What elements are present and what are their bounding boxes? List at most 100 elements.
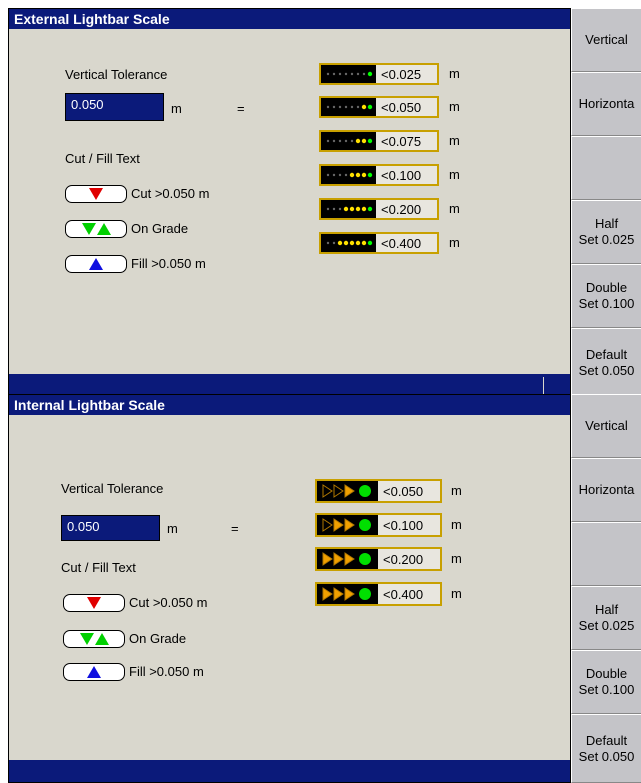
half-button-label: Half <box>594 602 619 617</box>
scale-box: <0.050 <box>315 479 442 503</box>
default-button-label: Default <box>585 346 628 362</box>
scale-value: <0.100 <box>376 166 437 184</box>
fill-indicator <box>65 255 127 273</box>
default-button[interactable]: Default Set 0.050 <box>571 328 641 397</box>
vertical-button-label: Vertical <box>585 32 628 47</box>
cut-text: Cut >0.050 m <box>129 595 208 610</box>
scale-unit: m <box>449 235 460 250</box>
vertical-tolerance-label: Vertical Tolerance <box>65 67 168 82</box>
double-button-value: Set 0.100 <box>578 682 635 697</box>
tolerance-input[interactable] <box>71 97 131 112</box>
led-strip-icon <box>321 132 376 150</box>
default-button[interactable]: Default Set 0.050 <box>571 714 641 783</box>
led-strip-icon <box>321 166 376 184</box>
grade-down-arrow-icon <box>79 633 94 645</box>
scale-value: <0.050 <box>378 481 440 501</box>
scale-box: <0.400 <box>319 232 439 254</box>
external-lightbar-window: External Lightbar Scale Vertical Toleran… <box>8 8 571 397</box>
on-grade-text: On Grade <box>129 631 187 646</box>
tolerance-field[interactable] <box>61 515 160 541</box>
horizontal-button[interactable]: Horizonta <box>571 72 641 136</box>
half-button-label: Half <box>594 216 619 231</box>
grade-up-arrow-icon <box>94 633 109 645</box>
double-button[interactable]: Double Set 0.100 <box>571 264 641 328</box>
led-dots-icon <box>326 240 373 246</box>
led-dots-icon <box>326 138 373 144</box>
chevron-arrows-icon <box>322 518 371 532</box>
chevron-strip-icon <box>317 481 378 501</box>
scale-unit: m <box>451 517 462 532</box>
fill-text: Fill >0.050 m <box>131 256 206 271</box>
chevron-arrows-icon <box>322 587 371 601</box>
tolerance-unit: m <box>167 521 178 536</box>
chevron-strip-icon <box>317 549 378 569</box>
fill-up-arrow-icon <box>89 258 103 270</box>
half-button-value: Set 0.025 <box>578 618 635 633</box>
horizontal-button[interactable]: Horizonta <box>571 458 641 522</box>
internal-lightbar-panel: Internal Lightbar Scale Vertical Toleran… <box>0 394 641 783</box>
scale-value: <0.200 <box>376 200 437 218</box>
cut-fill-text-label: Cut / Fill Text <box>65 151 140 166</box>
tolerance-unit: m <box>171 101 182 116</box>
window-title: External Lightbar Scale <box>9 9 570 29</box>
chevron-strip-icon <box>317 584 378 604</box>
internal-lightbar-window: Internal Lightbar Scale Vertical Toleran… <box>8 394 571 783</box>
led-dots-icon <box>326 71 373 77</box>
scale-box: <0.075 <box>319 130 439 152</box>
scale-box: <0.100 <box>319 164 439 186</box>
scale-box: <0.100 <box>315 513 442 537</box>
scale-unit: m <box>451 586 462 601</box>
fill-text: Fill >0.050 m <box>129 664 204 679</box>
default-button-value: Set 0.050 <box>578 748 635 764</box>
scale-value: <0.100 <box>378 515 440 535</box>
external-lightbar-panel: External Lightbar Scale Vertical Toleran… <box>0 8 641 397</box>
blank-button[interactable] <box>571 522 641 586</box>
scale-unit: m <box>449 167 460 182</box>
vertical-button[interactable]: Vertical <box>571 8 641 72</box>
led-strip-icon <box>321 65 376 83</box>
on-grade-indicator <box>63 630 125 648</box>
double-button-value: Set 0.100 <box>578 296 635 311</box>
cut-down-arrow-icon <box>87 597 101 609</box>
status-bar <box>9 374 570 396</box>
half-button[interactable]: Half Set 0.025 <box>571 200 641 264</box>
on-grade-indicator <box>65 220 127 238</box>
scale-value: <0.400 <box>376 234 437 252</box>
on-grade-text: On Grade <box>131 221 189 236</box>
cut-text: Cut >0.050 m <box>131 186 210 201</box>
half-button[interactable]: Half Set 0.025 <box>571 586 641 650</box>
led-strip-icon <box>321 200 376 218</box>
scale-box: <0.200 <box>315 547 442 571</box>
status-bar <box>9 760 570 782</box>
scale-box: <0.050 <box>319 96 439 118</box>
led-dots-icon <box>326 104 373 110</box>
scale-value: <0.050 <box>376 98 437 116</box>
tolerance-field[interactable] <box>65 93 164 121</box>
scale-value: <0.075 <box>376 132 437 150</box>
scale-unit: m <box>449 99 460 114</box>
led-strip-icon <box>321 98 376 116</box>
window-title: Internal Lightbar Scale <box>9 395 570 415</box>
cut-down-arrow-icon <box>89 188 103 200</box>
fill-up-arrow-icon <box>87 666 101 678</box>
scale-unit: m <box>449 66 460 81</box>
blank-button[interactable] <box>571 136 641 200</box>
equals-sign: = <box>237 101 245 116</box>
tolerance-input[interactable] <box>67 519 127 534</box>
double-button-label: Double <box>585 280 628 295</box>
equals-sign: = <box>231 521 239 536</box>
double-button-label: Double <box>585 666 628 681</box>
vertical-button[interactable]: Vertical <box>571 394 641 458</box>
chevron-arrows-icon <box>322 484 371 498</box>
double-button[interactable]: Double Set 0.100 <box>571 650 641 714</box>
status-divider <box>543 377 544 394</box>
scale-value: <0.400 <box>378 584 440 604</box>
fill-indicator <box>63 663 125 681</box>
scale-value: <0.025 <box>376 65 437 83</box>
led-dots-icon <box>326 206 373 212</box>
scale-unit: m <box>449 201 460 216</box>
scale-value: <0.200 <box>378 549 440 569</box>
half-button-value: Set 0.025 <box>578 232 635 247</box>
scale-unit: m <box>451 551 462 566</box>
grade-down-arrow-icon <box>81 223 96 235</box>
